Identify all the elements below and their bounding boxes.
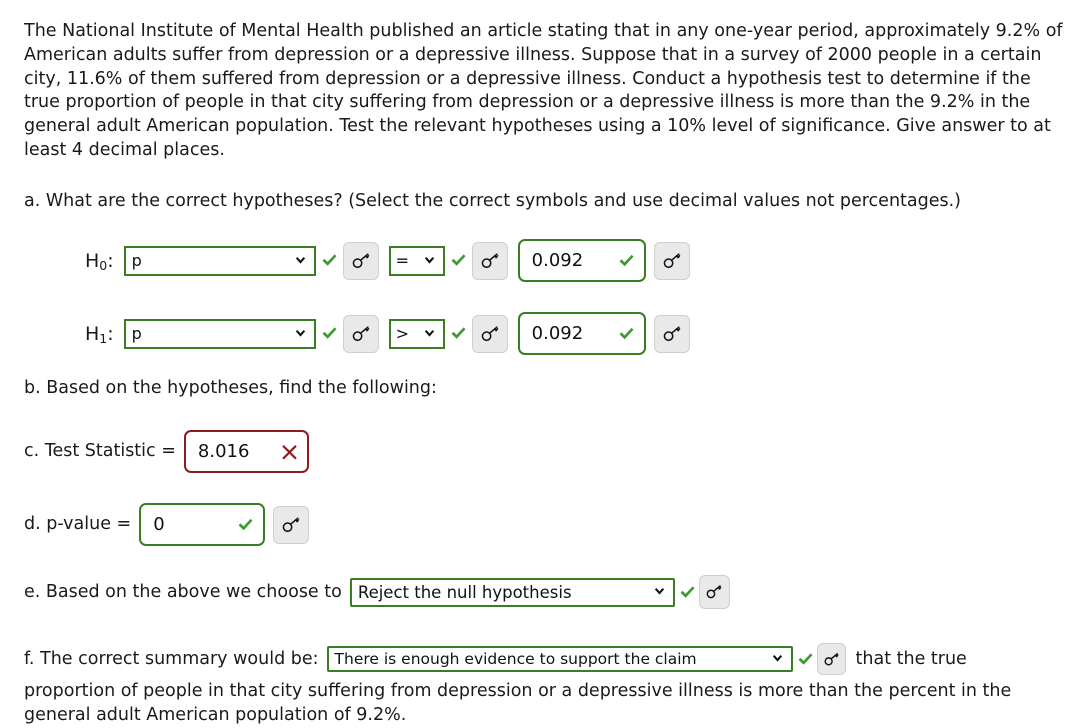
h1-parameter-value: p bbox=[131, 324, 142, 343]
key-icon bbox=[706, 585, 722, 599]
p-value-text: 0 bbox=[153, 514, 165, 535]
summary-key-button[interactable] bbox=[816, 643, 846, 675]
h1-value-input[interactable]: 0.092 bbox=[517, 312, 646, 355]
h1-value-text: 0.092 bbox=[531, 323, 584, 344]
key-icon bbox=[663, 325, 680, 341]
h0-value-key-button[interactable] bbox=[653, 241, 690, 280]
h1-operator-select[interactable]: > bbox=[388, 318, 445, 349]
h0-parameter-key-button[interactable] bbox=[342, 241, 379, 280]
decision-value: Reject the null hypothesis bbox=[357, 582, 572, 602]
problem-statement: The National Institute of Mental Health … bbox=[24, 21, 1063, 160]
check-icon bbox=[680, 585, 695, 598]
key-icon bbox=[352, 252, 369, 268]
part-c-row: c. Test Statistic = 8.016 bbox=[24, 430, 309, 473]
part-e-row: e. Based on the above we choose to Rejec… bbox=[24, 575, 730, 609]
check-icon bbox=[451, 327, 466, 339]
h1-operator-value: > bbox=[395, 324, 410, 343]
check-icon bbox=[322, 254, 337, 266]
part-d-label: d. p-value = bbox=[24, 514, 132, 534]
h1-operator-key-button[interactable] bbox=[471, 314, 508, 353]
check-icon bbox=[322, 327, 337, 339]
part-f-row: f. The correct summary would be: There i… bbox=[24, 643, 967, 675]
part-f-continuation: proportion of people in that city suffer… bbox=[24, 681, 1012, 725]
summary-value: There is enough evidence to support the … bbox=[334, 649, 697, 668]
h0-label: H0: bbox=[85, 249, 114, 273]
chevron-down-icon bbox=[295, 329, 305, 337]
key-icon bbox=[481, 252, 498, 268]
check-icon bbox=[619, 327, 634, 339]
chevron-down-icon bbox=[654, 588, 665, 595]
h1-value-key-button[interactable] bbox=[653, 314, 690, 353]
part-f-trailing-text: that the true bbox=[855, 648, 967, 669]
h0-operator-value: = bbox=[395, 251, 410, 270]
summary-select[interactable]: There is enough evidence to support the … bbox=[326, 646, 793, 672]
hypothesis-row-h1: H1: p > 0.092 bbox=[85, 312, 690, 355]
cross-icon bbox=[282, 444, 297, 459]
part-b-prompt: b. Based on the hypotheses, find the fol… bbox=[24, 378, 437, 398]
key-icon bbox=[352, 325, 369, 341]
decision-select[interactable]: Reject the null hypothesis bbox=[349, 577, 675, 607]
h0-parameter-select[interactable]: p bbox=[123, 245, 316, 276]
h0-subscript: 0 bbox=[99, 257, 108, 273]
check-icon bbox=[451, 254, 466, 266]
p-value-key-button[interactable] bbox=[273, 505, 310, 544]
h0-value-input[interactable]: 0.092 bbox=[517, 239, 646, 282]
h0-value-text: 0.092 bbox=[531, 250, 584, 271]
worksheet-page: The National Institute of Mental Health … bbox=[0, 0, 1090, 728]
h1-parameter-key-button[interactable] bbox=[342, 314, 379, 353]
h0-operator-key-button[interactable] bbox=[471, 241, 508, 280]
key-icon bbox=[824, 652, 839, 665]
check-icon bbox=[619, 254, 634, 266]
chevron-down-icon bbox=[424, 329, 434, 337]
h1-parameter-select[interactable]: p bbox=[123, 318, 316, 349]
part-d-row: d. p-value = 0 bbox=[24, 503, 310, 546]
h1-label: H1: bbox=[85, 322, 114, 346]
chevron-down-icon bbox=[295, 256, 305, 264]
part-c-label: c. Test Statistic = bbox=[24, 441, 176, 461]
key-icon bbox=[481, 325, 498, 341]
key-icon bbox=[282, 516, 300, 532]
part-e-label: e. Based on the above we choose to bbox=[24, 581, 342, 602]
hypothesis-row-h0: H0: p = 0.092 bbox=[85, 239, 690, 282]
check-icon bbox=[238, 518, 253, 530]
test-statistic-input[interactable]: 8.016 bbox=[183, 430, 309, 473]
chevron-down-icon bbox=[424, 256, 434, 264]
p-value-input[interactable]: 0 bbox=[139, 503, 266, 546]
key-icon bbox=[663, 252, 680, 268]
h1-subscript: 1 bbox=[99, 330, 108, 346]
test-statistic-value: 8.016 bbox=[197, 441, 250, 462]
check-icon bbox=[798, 652, 813, 665]
part-a-prompt: a. What are the correct hypotheses? (Sel… bbox=[24, 191, 962, 211]
h0-parameter-value: p bbox=[131, 251, 142, 270]
decision-key-button[interactable] bbox=[698, 575, 730, 609]
h0-operator-select[interactable]: = bbox=[388, 245, 445, 276]
part-f-label: f. The correct summary would be: bbox=[24, 648, 319, 669]
chevron-down-icon bbox=[772, 655, 782, 662]
